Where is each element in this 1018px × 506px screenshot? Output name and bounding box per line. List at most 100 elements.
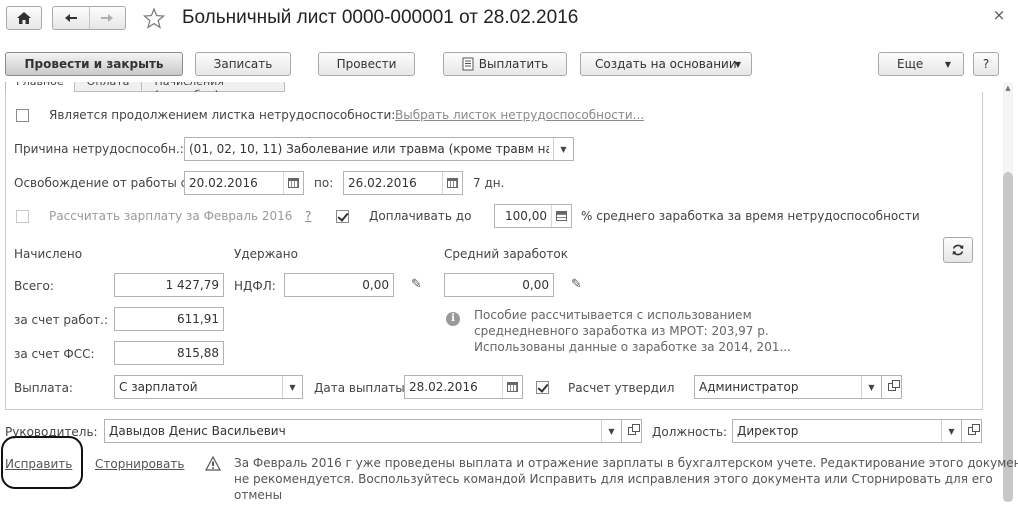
tabs-bar: Главное Оплата Начисления (подробно) [5, 82, 285, 92]
open-manager-button[interactable] [622, 419, 642, 443]
select-sick-leave-link[interactable]: Выбрать листок нетрудоспособности... [395, 108, 644, 122]
continuation-checkbox[interactable] [16, 109, 29, 122]
employer-value: 611,91 [177, 312, 219, 326]
withheld-heading: Удержано [234, 247, 298, 261]
info-icon: i [446, 312, 460, 326]
fss-label: за счет ФСС: [14, 347, 95, 361]
average-heading: Средний заработок [444, 247, 568, 261]
fix-link-highlight [1, 436, 83, 489]
post-and-close-button[interactable]: Провести и закрыть [5, 52, 183, 76]
accrued-heading: Начислено [14, 247, 83, 261]
refresh-icon [952, 244, 964, 256]
calendar-icon[interactable] [283, 172, 303, 194]
refresh-button[interactable] [943, 237, 973, 263]
create-based-label: Создать на основании [595, 57, 737, 71]
tab-accruals-detailed[interactable]: Начисления (подробно) [142, 82, 285, 92]
pencil-icon[interactable]: ✎ [571, 278, 585, 292]
open-icon [967, 424, 980, 435]
pencil-icon[interactable]: ✎ [411, 278, 425, 292]
topup-label: Доплачивать до [369, 209, 472, 223]
open-icon [887, 380, 900, 391]
home-icon [17, 12, 31, 24]
help-button[interactable]: ? [973, 52, 999, 76]
release-from-input[interactable]: 20.02.2016 [184, 171, 304, 195]
dropdown-arrow-icon: ▼ [944, 59, 951, 69]
payment-label: Выплата: [14, 381, 73, 395]
warning-icon [204, 455, 222, 474]
fss-field[interactable]: 815,88 [114, 341, 224, 365]
dropdown-arrow-icon[interactable]: ▼ [282, 376, 302, 398]
post-button[interactable]: Провести [318, 52, 415, 76]
total-field[interactable]: 1 427,79 [114, 273, 224, 297]
open-icon [627, 424, 640, 435]
release-to-input[interactable]: 26.02.2016 [343, 171, 463, 195]
document-icon [462, 57, 474, 71]
release-from-label: Освобождение от работы с: [14, 176, 192, 190]
pay-button[interactable]: Выплатить [443, 52, 567, 76]
approved-value: Администратор [699, 380, 799, 394]
arrow-right-icon [101, 14, 114, 22]
approved-checkbox[interactable] [536, 381, 549, 394]
home-button[interactable] [6, 6, 42, 30]
scrollbar-thumb[interactable] [1003, 172, 1013, 502]
info-line-3: Использованы данные о заработке за 2014,… [474, 340, 791, 354]
average-field[interactable]: 0,00 [444, 273, 554, 297]
total-value: 1 427,79 [165, 278, 219, 292]
close-button[interactable]: × [990, 6, 1008, 24]
create-based-button[interactable]: Создать на основании ▼ [580, 52, 752, 76]
calendar-icon[interactable] [442, 172, 462, 194]
calc-salary-help-link[interactable]: ? [305, 209, 311, 223]
payment-date-value: 28.02.2016 [409, 380, 478, 394]
save-button[interactable]: Записать [195, 52, 291, 76]
info-line-2: среднедневного заработка из МРОТ: 203,97… [474, 324, 769, 338]
topup-suffix: % среднего заработка за время нетрудоспо… [581, 209, 920, 223]
reason-select[interactable]: (01, 02, 10, 11) Заболевание или травма … [184, 137, 574, 161]
manager-select[interactable]: Давыдов Денис Васильевич ▼ [104, 419, 622, 443]
ndfl-label: НДФЛ: [234, 279, 276, 293]
warning-line-3: отмены [234, 488, 283, 502]
reason-label: Причина нетрудоспособн.: [14, 142, 184, 156]
dropdown-arrow-icon[interactable]: ▼ [861, 376, 881, 398]
ndfl-value: 0,00 [362, 278, 389, 292]
average-value: 0,00 [522, 278, 549, 292]
scrollbar-up-icon[interactable]: ▲ [1003, 84, 1013, 92]
days-count: 7 дн. [473, 176, 505, 190]
open-position-button[interactable] [962, 419, 982, 443]
continuation-label: Является продолжением листка нетрудоспос… [49, 108, 396, 122]
employer-field[interactable]: 611,91 [114, 307, 224, 331]
payment-value: С зарплатой [119, 380, 198, 394]
release-to-value: 26.02.2016 [348, 176, 417, 190]
topup-input[interactable]: 100,00 [494, 204, 572, 228]
manager-value: Давыдов Денис Васильевич [109, 424, 286, 438]
favorite-button[interactable] [142, 6, 166, 30]
tab-main[interactable]: Главное [5, 82, 75, 92]
position-select[interactable]: Директор ▼ [732, 419, 962, 443]
payment-select[interactable]: С зарплатой ▼ [114, 375, 303, 399]
document-title: Больничный лист 0000-000001 от 28.02.201… [182, 7, 579, 28]
open-approver-button[interactable] [882, 375, 902, 399]
dropdown-arrow-icon[interactable]: ▼ [553, 138, 573, 160]
forward-button[interactable] [90, 7, 126, 29]
pay-button-label: Выплатить [478, 57, 549, 71]
arrow-left-icon [64, 14, 77, 22]
topup-checkbox[interactable] [336, 210, 349, 223]
reverse-link[interactable]: Сторнировать [95, 457, 184, 471]
calc-salary-checkbox[interactable] [16, 210, 29, 223]
reason-value: (01, 02, 10, 11) Заболевание или травма … [189, 142, 549, 156]
back-button[interactable] [53, 7, 90, 29]
more-label: Еще [897, 57, 924, 71]
calculator-icon[interactable] [551, 205, 571, 227]
ndfl-field[interactable]: 0,00 [284, 273, 394, 297]
calc-salary-label: Рассчитать зарплату за Февраль 2016 [49, 209, 293, 223]
payment-date-input[interactable]: 28.02.2016 [404, 375, 523, 399]
dropdown-arrow-icon: ▼ [734, 59, 741, 69]
fss-value: 815,88 [177, 346, 219, 360]
info-line-1: Пособие рассчитывается с использованием [474, 308, 752, 322]
dropdown-arrow-icon[interactable]: ▼ [941, 420, 961, 442]
more-button[interactable]: Еще ▼ [878, 52, 964, 76]
position-value: Директор [737, 424, 799, 438]
tab-payment[interactable]: Оплата [74, 82, 143, 92]
approved-select[interactable]: Администратор ▼ [694, 375, 882, 399]
calendar-icon[interactable] [502, 376, 522, 398]
dropdown-arrow-icon[interactable]: ▼ [601, 420, 621, 442]
